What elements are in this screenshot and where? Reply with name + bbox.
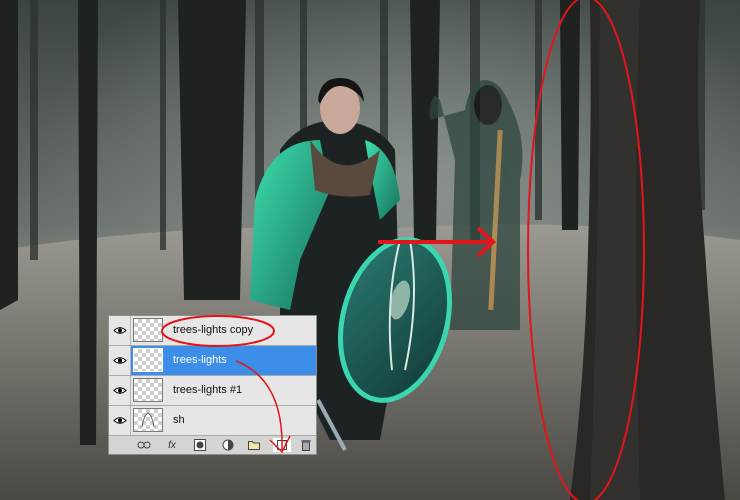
layers-panel: trees-lights copy trees-lights trees-lig… — [108, 315, 317, 455]
layer-thumbnail — [133, 408, 163, 432]
adjustment-layer-icon[interactable] — [221, 438, 235, 452]
layer-row-trees-lights[interactable]: trees-lights — [109, 346, 316, 376]
layer-name[interactable]: trees-lights #1 — [173, 384, 242, 396]
layers-panel-toolbar: fx — [109, 436, 316, 454]
layer-row-trees-lights-copy[interactable]: trees-lights copy — [109, 316, 316, 346]
layer-row-trees-lights-1[interactable]: trees-lights #1 — [109, 376, 316, 406]
layer-name[interactable]: trees-lights copy — [173, 324, 253, 336]
new-layer-icon[interactable] — [273, 438, 291, 452]
eye-icon[interactable] — [109, 406, 131, 435]
layer-thumbnail — [133, 378, 163, 402]
delete-layer-icon[interactable] — [299, 438, 313, 452]
new-group-icon[interactable] — [247, 438, 261, 452]
eye-icon[interactable] — [109, 346, 131, 375]
layer-name[interactable]: sh — [173, 414, 185, 426]
fx-icon[interactable]: fx — [165, 438, 179, 452]
layer-name[interactable]: trees-lights — [173, 354, 227, 366]
layer-mask-icon[interactable] — [193, 438, 207, 452]
layer-thumbnail — [133, 348, 163, 372]
layer-row-sh[interactable]: sh — [109, 406, 316, 436]
layer-thumbnail — [133, 318, 163, 342]
link-layers-icon[interactable] — [137, 438, 151, 452]
eye-icon[interactable] — [109, 316, 131, 345]
eye-icon[interactable] — [109, 376, 131, 405]
